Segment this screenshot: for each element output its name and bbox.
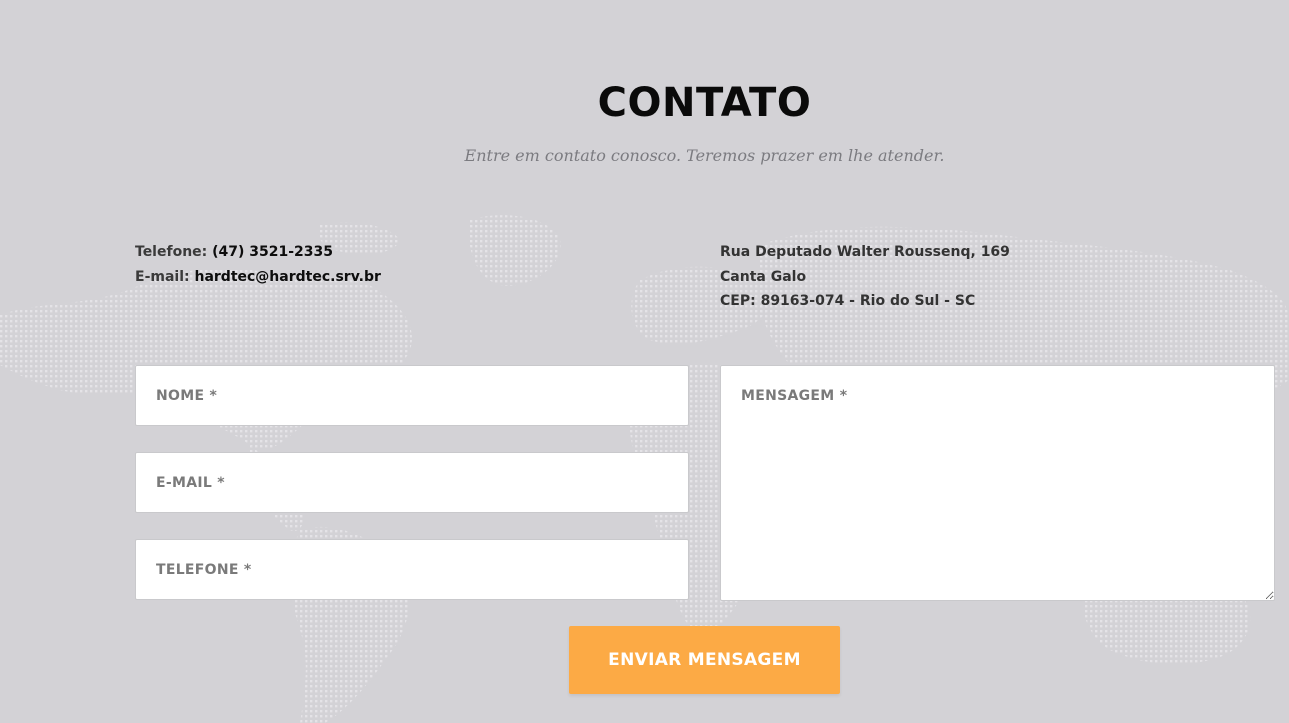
phone-value: (47) 3521-2335: [212, 244, 334, 260]
contact-info: Telefone: (47) 3521-2335 E-mail: hardtec…: [135, 240, 381, 289]
address-district: Canta Galo: [720, 268, 807, 285]
email-label: E-mail:: [135, 268, 190, 285]
address-info: Rua Deputado Walter Roussenq, 169 Canta …: [720, 240, 1010, 314]
phone-line: Telefone: (47) 3521-2335: [135, 240, 381, 265]
email-line: E-mail: hardtec@hardtec.srv.br: [135, 265, 381, 290]
page-subtitle: Entre em contato conosco. Teremos prazer…: [464, 146, 945, 165]
message-textarea[interactable]: [720, 365, 1275, 601]
page-title: CONTATO: [597, 80, 812, 126]
name-input[interactable]: [135, 365, 689, 426]
phone-label: Telefone:: [135, 244, 208, 260]
address-cep: CEP: 89163-074 - Rio do Sul - SC: [720, 293, 976, 309]
phone-input[interactable]: [135, 539, 689, 600]
send-message-button[interactable]: ENVIAR MENSAGEM: [569, 626, 840, 694]
email-value: hardtec@hardtec.srv.br: [194, 268, 381, 285]
address-street: Rua Deputado Walter Roussenq, 169: [720, 244, 1010, 260]
email-input[interactable]: [135, 452, 689, 513]
